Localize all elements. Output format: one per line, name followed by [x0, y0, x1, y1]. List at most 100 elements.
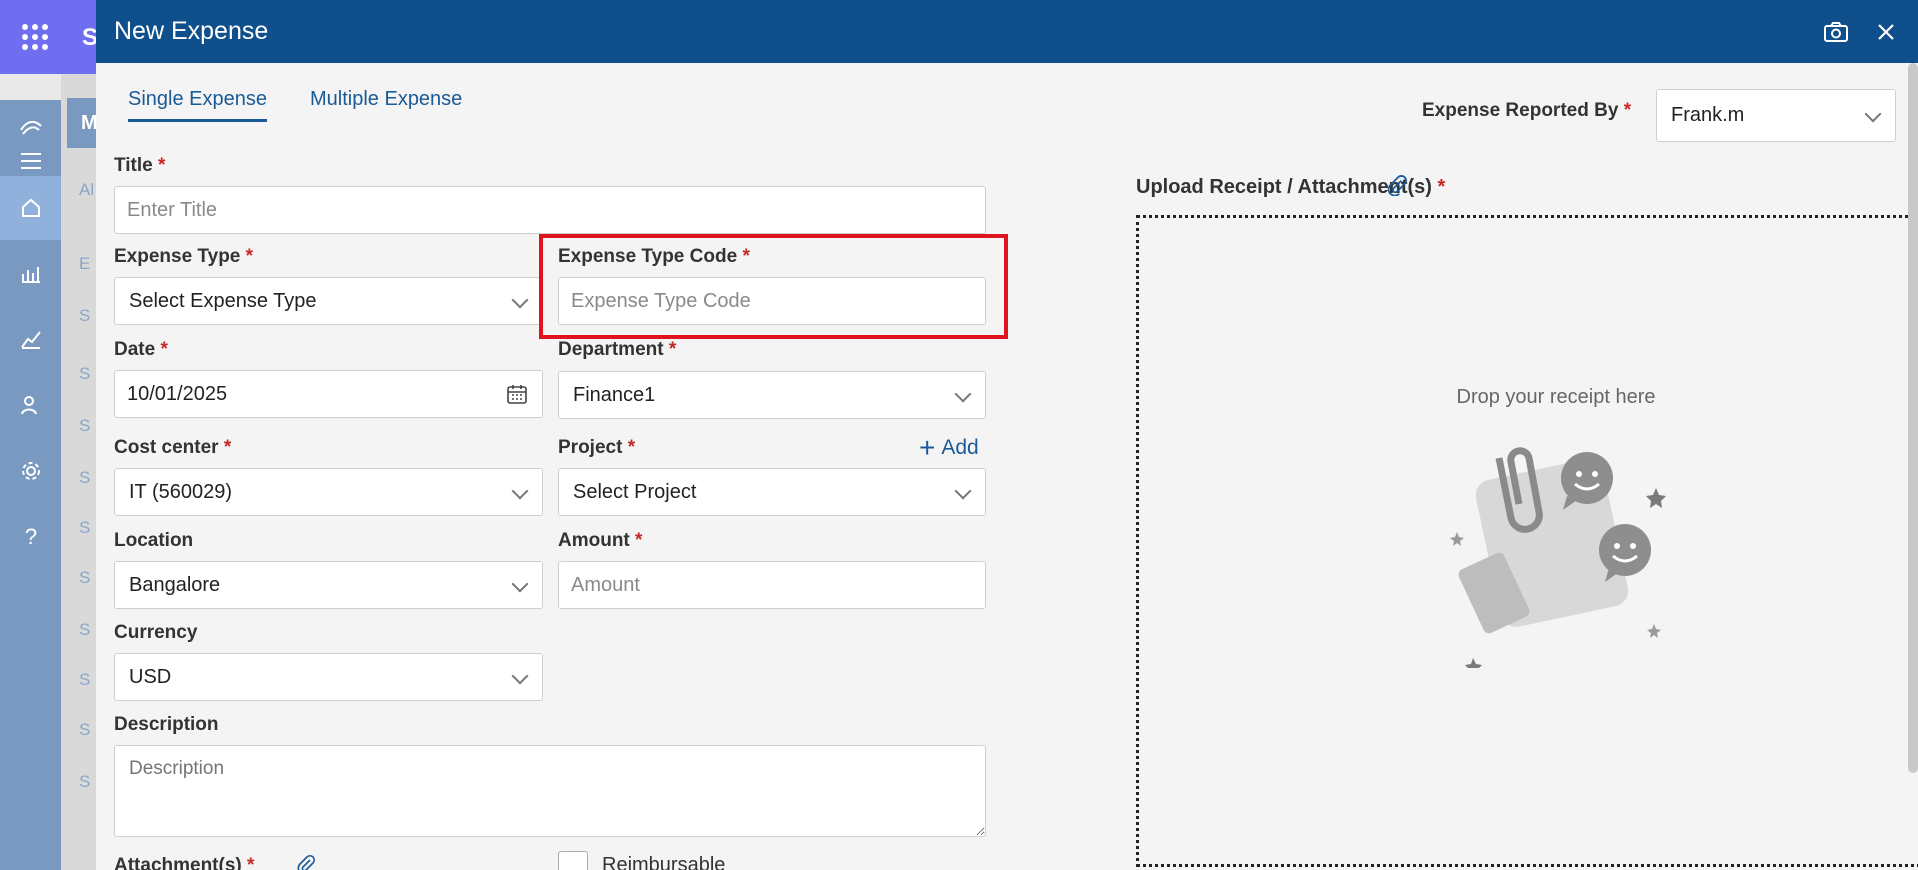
cost-center-value: IT (560029)	[129, 480, 233, 503]
reimbursable-label: Reimbursable	[602, 854, 726, 870]
department-label-text: Department	[558, 339, 664, 360]
date-label: Date *	[114, 339, 168, 361]
project-select[interactable]: Select Project	[558, 468, 986, 516]
date-value: 10/01/2025	[127, 382, 228, 405]
required-marker: *	[668, 339, 677, 360]
description-label-text: Description	[114, 714, 219, 735]
location-label: Location	[114, 530, 193, 552]
bg-text: S	[79, 772, 91, 791]
calendar-icon[interactable]	[506, 383, 528, 411]
required-marker: *	[1437, 176, 1446, 198]
title-input[interactable]: Enter Title	[114, 186, 986, 234]
currency-select[interactable]: USD	[114, 653, 543, 701]
add-project-link[interactable]: + Add	[919, 434, 979, 462]
attachments-label-text: Attachment(s)	[114, 855, 242, 870]
amount-placeholder: Amount	[571, 573, 640, 596]
expense-type-label: Expense Type *	[114, 246, 253, 268]
required-marker: *	[1623, 100, 1632, 121]
required-marker: *	[223, 437, 232, 458]
gear-icon[interactable]	[12, 452, 50, 490]
chevron-down-icon	[511, 291, 529, 309]
bg-text: S	[79, 416, 91, 435]
department-label: Department *	[558, 339, 676, 361]
location-value: Bangalore	[129, 573, 221, 596]
required-marker: *	[742, 246, 750, 267]
reports-icon[interactable]	[12, 254, 50, 292]
paperclip-icon[interactable]	[296, 854, 316, 870]
app-launcher-icon[interactable]	[22, 24, 48, 50]
home-icon[interactable]	[0, 176, 61, 240]
description-label: Description	[114, 714, 219, 736]
app-sidebar: ?	[0, 100, 61, 870]
tab-multiple-expense[interactable]: Multiple Expense	[310, 88, 462, 119]
bg-text: E	[79, 254, 91, 273]
required-marker: *	[160, 339, 168, 360]
reimbursable-checkbox[interactable]	[558, 851, 588, 870]
currency-label: Currency	[114, 622, 197, 644]
drop-text: Drop your receipt here	[1456, 386, 1656, 408]
project-label-text: Project	[558, 437, 623, 458]
department-value: Finance1	[573, 383, 656, 406]
chevron-down-icon	[511, 667, 529, 685]
bg-text: S	[79, 518, 91, 537]
expense-type-value: Select Expense Type	[129, 289, 317, 312]
currency-value: USD	[129, 665, 172, 688]
bg-text: S	[79, 670, 91, 689]
required-marker: *	[245, 246, 254, 267]
reported-by-label-text: Expense Reported By	[1422, 100, 1619, 121]
chevron-down-icon	[954, 385, 972, 403]
amount-input[interactable]: Amount	[558, 561, 986, 609]
chevron-down-icon	[954, 482, 972, 500]
cost-center-label-text: Cost center	[114, 437, 219, 458]
bg-text: S	[79, 364, 91, 383]
expense-type-code-label-text: Expense Type Code	[558, 246, 738, 267]
bg-text: Al	[79, 180, 95, 199]
attachments-label: Attachment(s) *	[114, 855, 254, 870]
reported-by-value: Frank.m	[1671, 104, 1745, 126]
required-marker: *	[635, 530, 643, 551]
title-label-text: Title	[114, 155, 153, 176]
date-input[interactable]: 10/01/2025	[114, 370, 543, 418]
user-settings-icon[interactable]	[12, 386, 50, 424]
receipt-dropzone[interactable]: Drop your receipt here	[1136, 215, 1918, 867]
add-project-label: Add	[941, 436, 979, 459]
tab-single-expense[interactable]: Single Expense	[128, 88, 267, 122]
bg-text: S	[79, 620, 91, 639]
title-placeholder: Enter Title	[127, 198, 218, 221]
menu-icon[interactable]	[12, 142, 50, 180]
scrollbar[interactable]	[1908, 63, 1918, 773]
analytics-icon[interactable]	[12, 320, 50, 358]
chevron-down-icon	[1864, 105, 1882, 123]
logo-icon	[12, 108, 50, 146]
cost-center-select[interactable]: IT (560029)	[114, 468, 543, 516]
expense-type-label-text: Expense Type	[114, 246, 241, 267]
reported-by-select[interactable]: Frank.m	[1656, 89, 1896, 142]
description-textarea[interactable]	[114, 745, 986, 837]
department-select[interactable]: Finance1	[558, 371, 986, 419]
receipt-illustration-icon	[1449, 438, 1669, 675]
modal-title: New Expense	[114, 17, 269, 45]
bg-text: S	[79, 568, 91, 587]
paperclip-icon[interactable]	[1386, 174, 1408, 201]
expense-type-code-input[interactable]: Expense Type Code	[558, 277, 986, 325]
help-icon[interactable]: ?	[12, 518, 50, 556]
title-label: Title *	[114, 155, 165, 177]
location-select[interactable]: Bangalore	[114, 561, 543, 609]
project-label: Project *	[558, 437, 635, 459]
expense-type-select[interactable]: Select Expense Type	[114, 277, 543, 325]
camera-icon[interactable]	[1822, 18, 1850, 46]
bg-text: S	[79, 306, 91, 325]
currency-label-text: Currency	[114, 622, 198, 643]
expense-type-code-placeholder: Expense Type Code	[571, 289, 751, 312]
bg-text: S	[79, 720, 91, 739]
amount-label: Amount *	[558, 530, 642, 552]
required-marker: *	[247, 855, 255, 870]
chevron-down-icon	[511, 575, 529, 593]
close-icon[interactable]	[1872, 18, 1900, 46]
bg-text: S	[79, 468, 91, 487]
cost-center-label: Cost center *	[114, 437, 231, 459]
modal-header: New Expense	[96, 0, 1918, 63]
project-value: Select Project	[573, 480, 697, 503]
plus-icon: +	[919, 432, 936, 463]
required-marker: *	[158, 155, 166, 176]
